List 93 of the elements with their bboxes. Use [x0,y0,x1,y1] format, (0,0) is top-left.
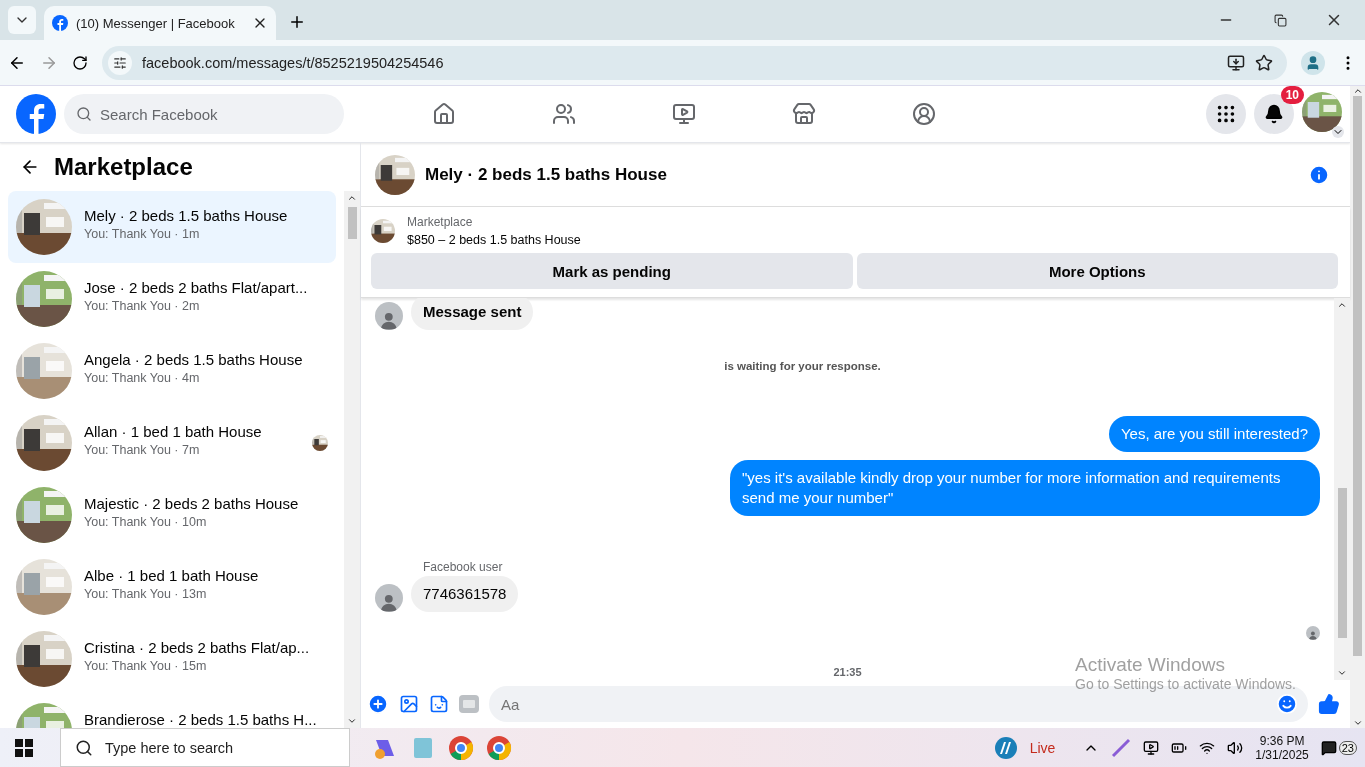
pen-icon[interactable] [1111,737,1132,758]
menu-grid-button[interactable] [1206,94,1246,134]
conversation-preview: You: Thank You · 4m [84,371,201,385]
notification-badge: 10 [1280,86,1304,104]
conversation-title: Allan · 1 bed 1 bath House [84,423,263,440]
conversation-title: Mely · 2 beds 1.5 baths House [84,207,289,224]
photo-icon[interactable] [399,694,419,714]
scroll-up-icon[interactable] [1337,300,1347,310]
conversation-title: Brandierose · 2 beds 1.5 baths H... [84,711,318,728]
scroll-down-icon[interactable] [1337,668,1347,678]
tab-list-button[interactable] [8,6,36,34]
info-icon[interactable] [1308,163,1330,186]
facebook-logo-icon[interactable] [16,94,56,134]
conversation-preview: You: Thank You · 10m [84,515,208,529]
groups-icon [912,102,936,126]
url-text: facebook.com/messages/t/8525219504254546 [142,54,445,71]
site-settings-button[interactable] [108,50,132,75]
weather-icon[interactable] [993,735,1018,760]
grid-icon [1215,103,1237,125]
chrome-icon[interactable] [448,734,474,761]
notification-count: 23 [1338,740,1357,755]
conversation-preview: You: Thank You · 7m [84,443,201,457]
reload-icon[interactable] [72,54,88,71]
sticker-icon[interactable] [429,694,449,714]
search-field[interactable]: Search Facebook [64,94,344,134]
conversation-preview: You: Thank You · 1m [84,227,201,241]
conversation-item[interactable]: Mely · 2 beds 1.5 baths House You: Thank You · 1m [8,191,336,263]
search-icon [76,106,92,122]
install-icon[interactable] [1227,53,1245,72]
listing-summary[interactable]: $850 – 2 beds 1.5 baths House [407,233,581,247]
search-icon [75,738,93,757]
facebook-logo-icon [52,15,68,31]
new-tab-icon[interactable] [288,13,306,31]
conversation-item[interactable]: Albe · 1 bed 1 bath House You: Thank You · 13m [8,551,336,623]
sender-name: Facebook user [423,560,504,574]
marketplace-icon [792,102,816,126]
avatar-icon [375,302,403,330]
activation-title: Activate Windows [1075,654,1226,676]
conversation-title: Jose · 2 beds 2 baths Flat/apart... [84,279,309,296]
home-icon [432,102,456,126]
conversation-item[interactable]: Cristina · 2 beds 2 baths Flat/ap... You: Thank You · 15m [8,623,336,695]
scroll-down-icon[interactable] [1352,718,1363,728]
weather-text[interactable]: Live [1029,739,1056,756]
timestamp: 21:35 [833,666,862,678]
conversation-preview: You: Thank You · 2m [84,299,201,313]
conversation-item[interactable]: Jose · 2 beds 2 baths Flat/apart... You: Thank You · 2m [8,263,336,335]
notification-center-icon[interactable] [1320,739,1337,756]
volume-icon[interactable] [1227,739,1244,756]
chat-title: Mely · 2 beds 1.5 baths House [425,164,668,185]
video-icon [672,102,696,126]
sliders-icon [113,55,127,70]
browser-tab[interactable]: (10) Messenger | Facebook [44,6,276,40]
message-bubble: 7746361578 [411,576,519,612]
person-icon [1305,54,1321,71]
conversation-item[interactable]: Allan · 1 bed 1 bath House You: Thank You · 7m [8,407,336,479]
friends-icon [552,102,576,126]
caret-icon[interactable] [1332,126,1344,138]
restore-icon[interactable] [1273,13,1287,27]
listing-label: Marketplace [407,215,474,229]
scroll-up-icon[interactable] [1352,86,1363,96]
conversation-title: Majestic · 2 beds 2 baths House [84,495,300,512]
message-bubble: "yes it's available kindly drop your number for more information and requirements send me your number" [730,460,1320,516]
tab-title: (10) Messenger | Facebook [76,15,236,31]
sidebar-title: Marketplace [54,153,193,181]
action-button[interactable]: Mark as pending [371,253,853,289]
clock[interactable]: 9:36 PM 1/31/2025 [1255,733,1309,762]
message-bubble: Yes, are you still interested? [1108,416,1320,452]
emoji-icon[interactable] [1276,693,1298,715]
avatar-icon [375,584,403,612]
bell-icon [1264,104,1284,124]
profile-button[interactable] [1301,50,1325,75]
conversation-item[interactable]: Angela · 2 beds 1.5 baths House You: Thank You · 4m [8,335,336,407]
scroll-down-icon[interactable] [347,716,357,726]
meet-icon[interactable] [1143,739,1160,756]
action-button[interactable]: More Options [856,253,1338,289]
status-notice: is waiting for your response. [724,360,881,372]
message-bubble: Message sent [411,298,534,330]
conversation-title: Angela · 2 beds 1.5 baths House [84,351,304,368]
address-bar[interactable]: facebook.com/messages/t/8525219504254546 [102,45,1287,80]
conversation-title: Cristina · 2 beds 2 baths Flat/ap... [84,639,311,656]
add-icon[interactable] [367,693,389,715]
search-placeholder: Search Facebook [100,105,218,123]
chrome-icon[interactable] [486,734,512,761]
like-icon[interactable] [1318,693,1340,715]
conversation-preview: You: Thank You · 13m [84,587,208,601]
avatar-icon [1306,626,1320,640]
taskbar-search-placeholder: Type here to search [105,739,234,756]
conversation-title: Albe · 1 bed 1 bath House [84,567,260,584]
conversation-preview: You: Thank You · 15m [84,659,208,673]
taskbar-search[interactable]: Type here to search [60,728,350,767]
bookmark-star-icon[interactable] [1255,53,1273,72]
conversation-item[interactable]: Majestic · 2 beds 2 baths House You: Thank You · 10m [8,479,336,551]
scroll-up-icon[interactable] [347,193,357,203]
